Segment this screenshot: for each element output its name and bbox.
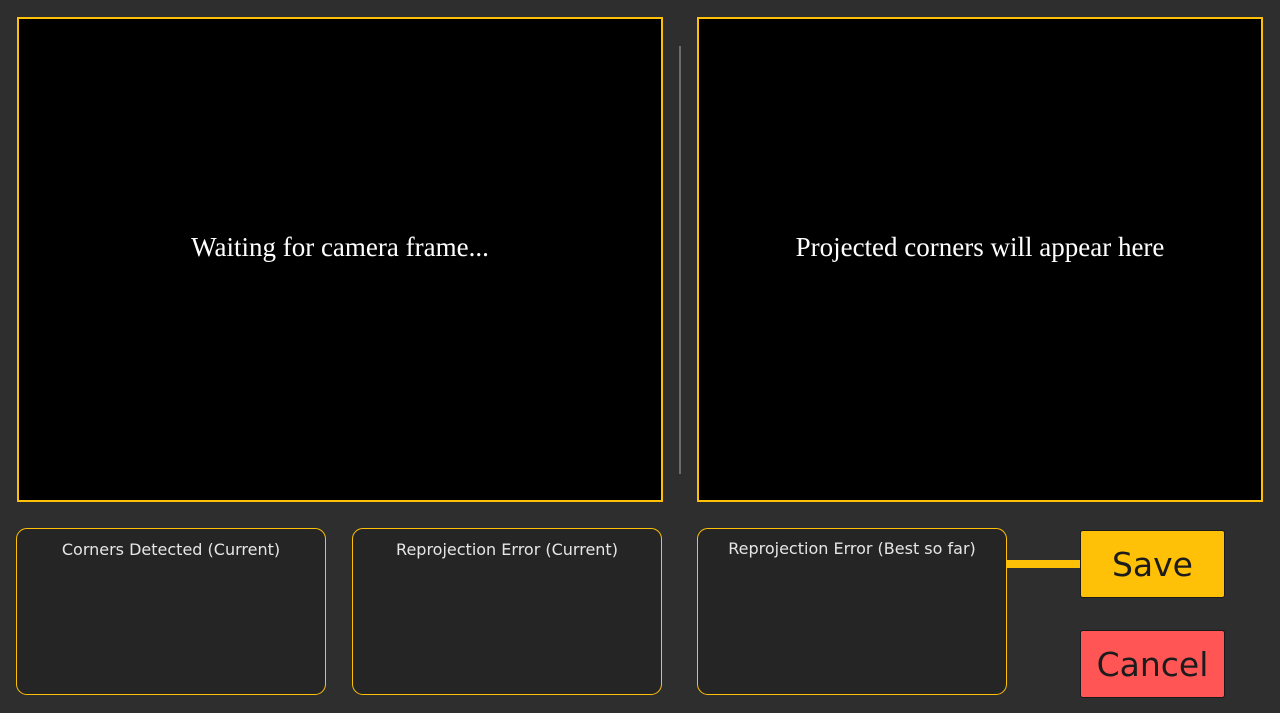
corners-detected-current-panel: Corners Detected (Current) [16, 528, 326, 695]
projection-view: Projected corners will appear here [697, 17, 1263, 502]
reprojection-error-best-panel: Reprojection Error (Best so far) [697, 528, 1007, 695]
view-divider [679, 46, 681, 474]
camera-view: Waiting for camera frame... [17, 17, 663, 502]
reprojection-error-best-label: Reprojection Error (Best so far) [728, 539, 976, 558]
calibration-window: Waiting for camera frame... Projected co… [0, 0, 1280, 713]
camera-view-placeholder: Waiting for camera frame... [191, 232, 489, 262]
save-button[interactable]: Save [1080, 530, 1225, 598]
corners-detected-current-label: Corners Detected (Current) [61, 540, 281, 559]
projection-view-placeholder: Projected corners will appear here [795, 232, 1165, 262]
cancel-button[interactable]: Cancel [1080, 630, 1225, 698]
reprojection-error-current-label: Reprojection Error (Current) [396, 540, 618, 559]
reprojection-error-current-panel: Reprojection Error (Current) [352, 528, 662, 695]
best-to-save-connector [1006, 560, 1081, 568]
